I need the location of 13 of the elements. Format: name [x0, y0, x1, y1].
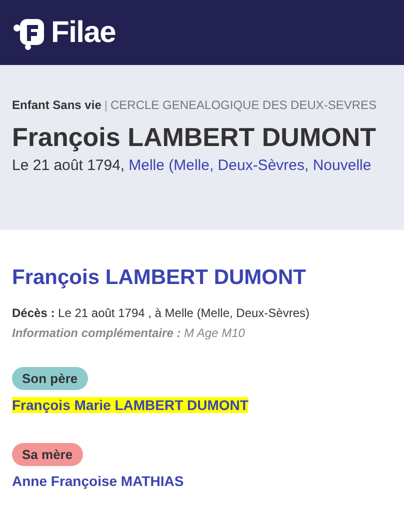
death-line: Décès : Le 21 août 1794 , à Melle (Melle, Deux-Sèvres): [12, 304, 311, 322]
collection-label: Enfant Sans vie: [12, 97, 102, 114]
logo-text: Filae: [51, 15, 116, 51]
role-badge: Son père: [12, 366, 88, 390]
place-link[interactable]: Melle (Melle, Deux-Sèvres, Nouvelle: [128, 155, 372, 178]
record-name: François LAMBERT DUMONT: [12, 265, 307, 291]
separator: |: [104, 97, 108, 114]
parent-link[interactable]: Anne Françoise MATHIAS: [12, 472, 184, 488]
page-title: François LAMBERT DUMONT: [12, 121, 377, 154]
info-line: Information complémentaire : M Age M10: [12, 324, 246, 342]
role-badge: Sa mère: [12, 442, 83, 466]
date-text: Le 21 août 1794,: [12, 156, 125, 176]
source-label: CERCLE GENEALOGIQUE DES DEUX-SEVRES: [110, 97, 377, 114]
